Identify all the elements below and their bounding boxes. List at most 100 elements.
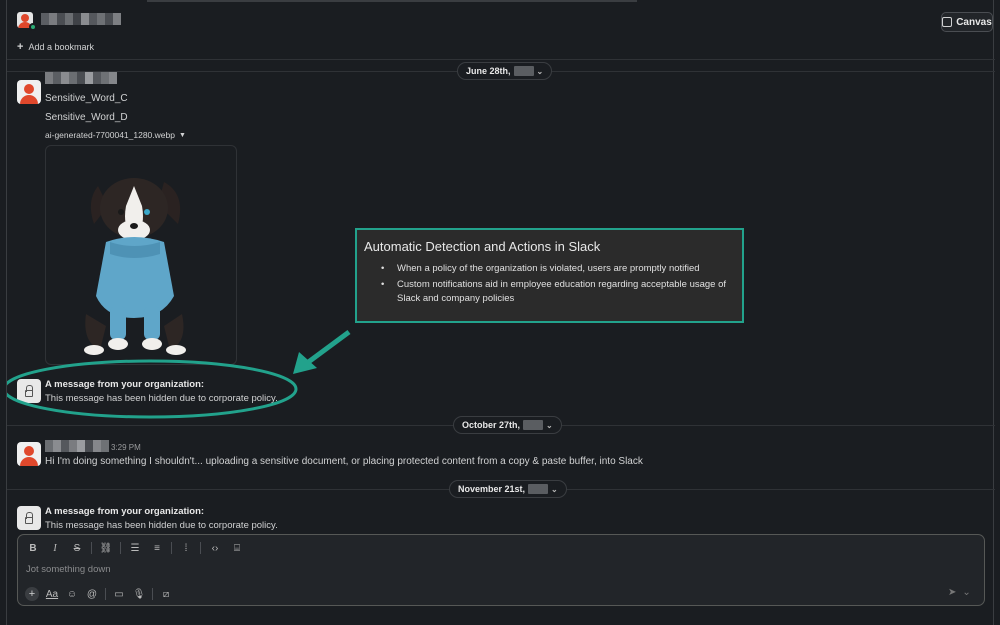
date-divider-october[interactable]: October 27th, ⌄: [453, 416, 562, 434]
emoji-icon[interactable]: ☺: [62, 589, 82, 600]
channel-header: Canvas + Add a bookmark: [7, 0, 995, 60]
date-divider-june[interactable]: June 28th, ⌄: [457, 62, 553, 80]
caret-down-icon: ▼: [178, 131, 186, 139]
redaction-pixel: [69, 72, 77, 84]
bullet-list-icon[interactable]: ≡: [146, 543, 168, 554]
composer-actions: + Aa ☺ @ ▭ 🎙 ⧄: [22, 587, 176, 601]
redaction-pixel: [77, 440, 85, 452]
redaction-pixel: [53, 72, 61, 84]
app-window: Canvas + Add a bookmark June 28th, ⌄ Sen…: [6, 0, 995, 625]
canvas-icon: [942, 17, 953, 27]
message-line: Sensitive_Word_D: [45, 112, 128, 123]
message-composer[interactable]: B I S ⛓ ☰ ≡ ⁞ ‹› ⌸ Jot something down + …: [17, 534, 985, 606]
redaction-pixel: [113, 13, 121, 25]
link-icon[interactable]: ⛓: [95, 543, 117, 554]
puppy-image: [84, 178, 186, 355]
redaction-pixel: [69, 440, 77, 452]
redaction-pixel: [85, 440, 93, 452]
redaction-pixel: [109, 72, 117, 84]
code-block-icon[interactable]: ⌸: [226, 543, 248, 554]
strikethrough-button[interactable]: S: [66, 543, 88, 554]
video-icon[interactable]: ▭: [109, 589, 129, 600]
lock-avatar: [17, 379, 41, 403]
message-timestamp[interactable]: 3:29 PM: [111, 443, 141, 452]
lock-avatar: [17, 506, 41, 530]
annotation-bullet: When a policy of the organization is vio…: [379, 262, 729, 276]
attach-button[interactable]: +: [22, 587, 42, 601]
redaction-pixel: [105, 13, 113, 25]
org-message-title: A message from your organization:: [45, 506, 205, 517]
plus-icon: +: [17, 41, 24, 53]
org-message-text: This message has been hidden due to corp…: [45, 393, 278, 404]
redaction-pixel: [93, 440, 101, 452]
ordered-list-icon[interactable]: ☰: [124, 543, 146, 554]
redaction-pixel: [57, 13, 65, 25]
redaction-pixel: [45, 440, 53, 452]
redaction-pixel: [97, 13, 105, 25]
formatting-toolbar: B I S ⛓ ☰ ≡ ⁞ ‹› ⌸: [22, 542, 248, 554]
lock-icon: [25, 511, 33, 524]
arrow-head-icon: [293, 352, 317, 374]
redaction-pixel: [77, 72, 85, 84]
plus-icon: +: [25, 587, 39, 601]
annotation-bullet: Custom notifications aid in employee edu…: [379, 278, 729, 306]
redaction-pixel: [89, 13, 97, 25]
message-line: Sensitive_Word_C: [45, 93, 128, 104]
redaction-pixel: [49, 13, 57, 25]
microphone-icon[interactable]: 🎙: [129, 589, 149, 600]
file-name-label: ai-generated-7700041_1280.webp: [45, 130, 175, 140]
redaction-pixel: [65, 13, 73, 25]
chevron-down-icon: ⌄: [546, 420, 553, 430]
top-border: [147, 0, 637, 2]
file-name[interactable]: ai-generated-7700041_1280.webp ▼: [45, 130, 186, 140]
redaction-pixel: [73, 13, 81, 25]
date-year-redacted: [513, 66, 534, 76]
org-message-title: A message from your organization:: [45, 379, 205, 390]
sender-name-redacted[interactable]: [45, 440, 109, 452]
canvas-label: Canvas: [956, 16, 992, 28]
annotation-list: When a policy of the organization is vio…: [379, 262, 729, 308]
chevron-down-icon: ⌄: [536, 66, 544, 76]
blockquote-icon[interactable]: ⁞: [175, 543, 197, 554]
arrow-shaft: [301, 329, 351, 369]
annotation-title: Automatic Detection and Actions in Slack: [364, 239, 601, 254]
redaction-pixel: [45, 72, 53, 84]
code-icon[interactable]: ‹›: [204, 543, 226, 554]
chevron-down-icon[interactable]: ⌄: [962, 587, 970, 598]
send-icon[interactable]: ➤: [948, 587, 956, 598]
presence-icon: [29, 23, 37, 31]
canvas-button[interactable]: Canvas: [941, 12, 993, 32]
slash-command-icon[interactable]: ⧄: [156, 589, 176, 600]
org-message-text: This message has been hidden due to corp…: [45, 520, 278, 531]
image-attachment[interactable]: [45, 145, 237, 365]
redaction-pixel: [93, 72, 101, 84]
redaction-pixel: [53, 440, 61, 452]
redaction-pixel: [85, 72, 93, 84]
mention-icon[interactable]: @: [82, 589, 102, 600]
date-divider-november[interactable]: November 21st, ⌄: [449, 480, 567, 498]
date-label: October 27th,: [462, 420, 521, 430]
avatar[interactable]: [17, 442, 41, 466]
date-label: June 28th,: [466, 66, 511, 76]
bookmark-label: Add a bookmark: [28, 42, 94, 52]
message-input[interactable]: Jot something down: [26, 564, 111, 575]
add-bookmark-button[interactable]: + Add a bookmark: [17, 41, 94, 53]
redaction-pixel: [61, 440, 69, 452]
bold-button[interactable]: B: [22, 543, 44, 554]
redaction-pixel: [101, 440, 109, 452]
formatting-toggle-icon[interactable]: Aa: [42, 589, 62, 600]
redaction-pixel: [101, 72, 109, 84]
avatar[interactable]: [17, 80, 41, 104]
italic-button[interactable]: I: [44, 543, 66, 554]
date-year-redacted: [523, 420, 544, 430]
send-controls: ➤ ⌄: [948, 587, 971, 598]
redaction-pixel: [81, 13, 89, 25]
annotation-callout: Automatic Detection and Actions in Slack…: [355, 228, 744, 323]
message-text: Hi I'm doing something I shouldn't... up…: [45, 456, 643, 467]
redaction-pixel: [41, 13, 49, 25]
date-label: November 21st,: [458, 484, 526, 494]
sender-name-redacted[interactable]: [45, 72, 117, 84]
channel-name-redacted[interactable]: [41, 13, 121, 25]
redaction-pixel: [61, 72, 69, 84]
lock-icon: [25, 384, 33, 397]
